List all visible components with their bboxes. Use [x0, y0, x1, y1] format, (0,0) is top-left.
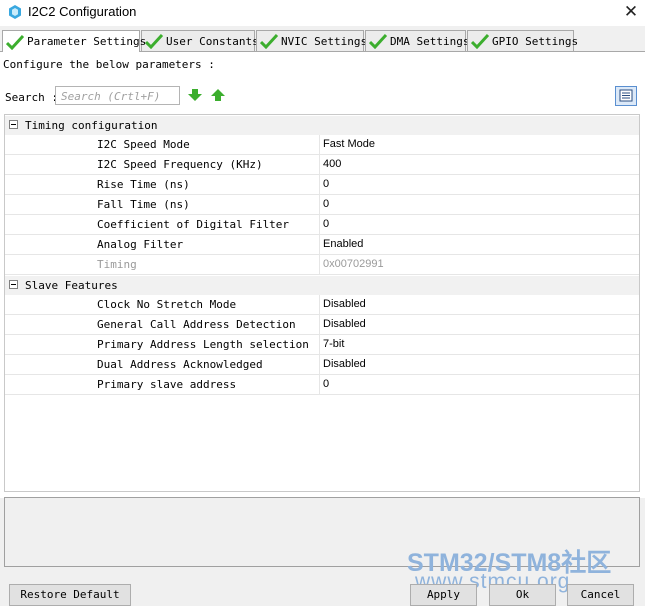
- restore-default-button[interactable]: Restore Default: [9, 584, 131, 606]
- tab-strip: Parameter Settings User Constants NVIC S…: [0, 30, 645, 52]
- group-slave-features[interactable]: Slave Features: [5, 276, 639, 295]
- table-row[interactable]: Rise Time (ns) 0: [5, 175, 639, 195]
- group-timing-configuration[interactable]: Timing configuration: [5, 116, 639, 135]
- green-check-icon: [369, 33, 387, 49]
- search-input[interactable]: Search (Crtl+F): [55, 86, 180, 105]
- param-value[interactable]: Fast Mode: [323, 138, 375, 150]
- apply-button[interactable]: Apply: [410, 584, 477, 606]
- tab-label: User Constants: [166, 34, 259, 48]
- tab-parameter-settings[interactable]: Parameter Settings: [2, 30, 146, 52]
- table-row: Timing 0x00702991: [5, 255, 639, 275]
- param-name: Clock No Stretch Mode: [97, 298, 237, 311]
- list-icon: [619, 89, 633, 102]
- table-row[interactable]: General Call Address Detection Disabled: [5, 315, 639, 335]
- tab-label: DMA Settings: [390, 34, 470, 48]
- table-row[interactable]: I2C Speed Frequency (KHz) 400: [5, 155, 639, 175]
- param-value[interactable]: 0: [323, 198, 329, 210]
- param-value[interactable]: Disabled: [323, 358, 366, 370]
- param-value[interactable]: 7-bit: [323, 338, 344, 350]
- param-value: 0x00702991: [323, 258, 384, 270]
- table-row[interactable]: Fall Time (ns) 0: [5, 195, 639, 215]
- param-name: I2C Speed Frequency (KHz): [97, 158, 263, 171]
- param-value[interactable]: 0: [323, 218, 329, 230]
- close-icon[interactable]: ✕: [620, 1, 642, 23]
- table-row[interactable]: Primary slave address 0: [5, 375, 639, 395]
- param-value[interactable]: Disabled: [323, 318, 366, 330]
- tab-label: Parameter Settings: [27, 35, 147, 48]
- list-view-button[interactable]: [615, 86, 637, 106]
- tab-user-constants[interactable]: User Constants: [141, 30, 259, 51]
- table-row[interactable]: I2C Speed Mode Fast Mode: [5, 135, 639, 155]
- green-check-icon: [471, 33, 489, 49]
- tab-label: NVIC Settings: [281, 34, 368, 48]
- param-value[interactable]: Enabled: [323, 238, 363, 250]
- param-name: General Call Address Detection: [97, 318, 296, 331]
- param-value[interactable]: 0: [323, 178, 329, 190]
- param-name: Timing: [97, 258, 137, 271]
- collapse-icon[interactable]: [9, 120, 18, 129]
- param-name: Fall Time (ns): [97, 198, 190, 211]
- param-name: Analog Filter: [97, 238, 184, 251]
- configure-instruction: Configure the below parameters :: [3, 58, 215, 71]
- table-row[interactable]: Primary Address Length selection 7-bit: [5, 335, 639, 355]
- tab-nvic-settings[interactable]: NVIC Settings: [256, 30, 368, 51]
- param-name: Rise Time (ns): [97, 178, 190, 191]
- cancel-button[interactable]: Cancel: [567, 584, 634, 606]
- param-name: I2C Speed Mode: [97, 138, 190, 151]
- table-row[interactable]: Clock No Stretch Mode Disabled: [5, 295, 639, 315]
- tab-label: GPIO Settings: [492, 34, 579, 48]
- group-label: Timing configuration: [25, 119, 158, 132]
- param-name: Dual Address Acknowledged: [97, 358, 263, 371]
- table-row[interactable]: Dual Address Acknowledged Disabled: [5, 355, 639, 375]
- window-title: I2C2 Configuration: [28, 4, 137, 19]
- arrow-up-icon[interactable]: [211, 89, 225, 102]
- tab-gpio-settings[interactable]: GPIO Settings: [467, 30, 578, 51]
- green-check-icon: [260, 33, 278, 49]
- table-row[interactable]: Analog Filter Enabled: [5, 235, 639, 255]
- search-label: Search :: [5, 91, 58, 104]
- param-value[interactable]: 400: [323, 158, 341, 170]
- table-row[interactable]: Coefficient of Digital Filter 0: [5, 215, 639, 235]
- param-name: Coefficient of Digital Filter: [97, 218, 290, 231]
- param-name: Primary Address Length selection: [97, 338, 309, 351]
- group-label: Slave Features: [25, 279, 118, 292]
- app-icon: [9, 5, 21, 19]
- collapse-icon[interactable]: [9, 280, 18, 289]
- param-name: Primary slave address: [97, 378, 237, 391]
- tab-dma-settings[interactable]: DMA Settings: [365, 30, 470, 51]
- param-value[interactable]: 0: [323, 378, 329, 390]
- arrow-down-icon[interactable]: [188, 89, 202, 102]
- param-value[interactable]: Disabled: [323, 298, 366, 310]
- green-check-icon: [145, 33, 163, 49]
- ok-button[interactable]: Ok: [489, 584, 556, 606]
- green-check-icon: [6, 34, 24, 50]
- parameter-table: Timing configuration I2C Speed Mode Fast …: [4, 114, 640, 492]
